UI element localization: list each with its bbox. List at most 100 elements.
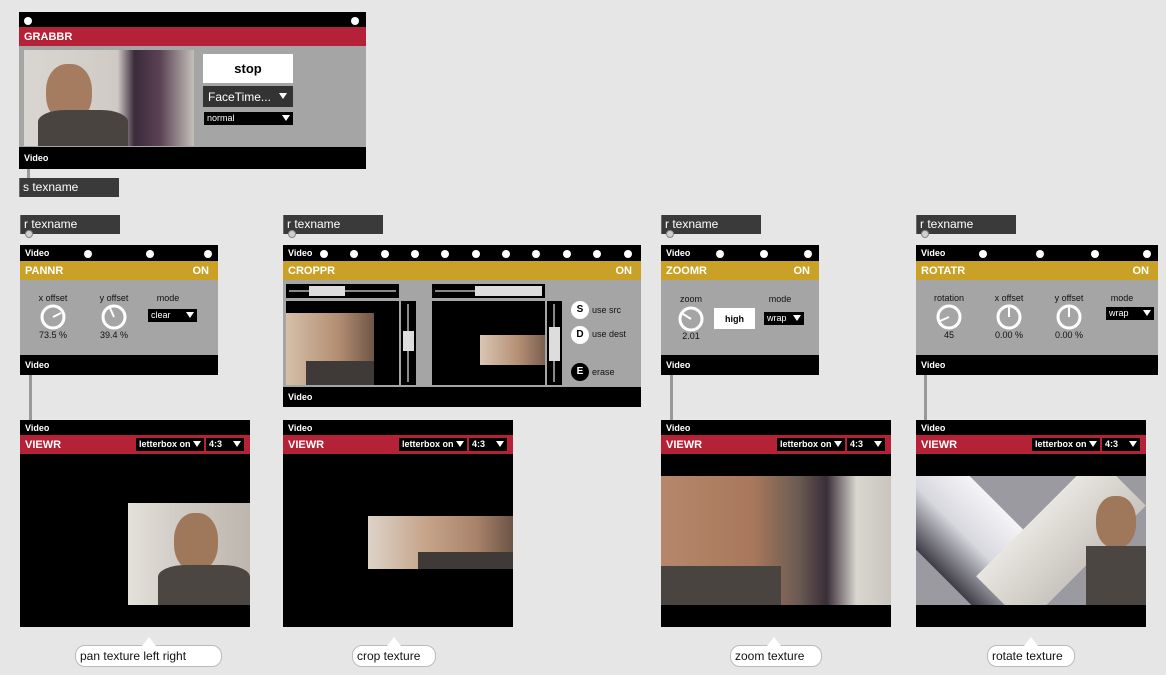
receive-texname-label: r texname — [24, 217, 78, 231]
stop-button[interactable]: stop — [203, 54, 293, 83]
src-vertical-slider[interactable] — [401, 301, 416, 385]
inlet-dot-icon[interactable] — [320, 250, 328, 258]
inlet-dot-icon[interactable] — [716, 250, 724, 258]
receive-texname-box-4[interactable]: r texname — [916, 215, 1016, 238]
outlet-dot-icon[interactable] — [351, 17, 359, 25]
inlet-dot-icon[interactable] — [411, 250, 419, 258]
y-offset-dial-icon[interactable] — [101, 304, 127, 330]
x-offset-label: x offset — [38, 293, 68, 303]
x-offset-dial-icon[interactable] — [40, 304, 66, 330]
zoomr-on-toggle[interactable]: ON — [794, 265, 811, 277]
letterbox-value: letterbox on — [780, 439, 832, 449]
device-select[interactable]: FaceTime... — [203, 86, 293, 107]
letterbox-select[interactable]: letterbox on — [136, 438, 204, 451]
dest-crop-view[interactable] — [432, 301, 545, 385]
aspect-select[interactable]: 4:3 — [847, 438, 885, 451]
croppr-titlebar: CROPPR ON — [283, 261, 641, 280]
receive-texname-box-1[interactable]: r texname — [20, 215, 120, 238]
grab-mode-select[interactable]: normal — [204, 112, 293, 125]
comment-crop: crop texture — [352, 637, 436, 667]
src-horizontal-slider[interactable] — [286, 284, 399, 298]
rot-x-offset-value: 0.00 % — [994, 330, 1024, 340]
grab-mode-value: normal — [207, 113, 235, 123]
dest-horizontal-slider[interactable] — [432, 284, 545, 298]
dropdown-arrow-icon — [456, 441, 464, 447]
pannr-inlet-label: Video — [25, 248, 50, 258]
inlet-dot-icon[interactable] — [502, 250, 510, 258]
inlet-dot-icon[interactable] — [84, 250, 92, 258]
pannr-footer: Video — [20, 355, 218, 375]
rotatr-on-toggle[interactable]: ON — [1133, 265, 1150, 277]
viewr-module-rotate: Video VIEWR letterbox on 4:3 — [916, 420, 1146, 627]
aspect-select[interactable]: 4:3 — [206, 438, 244, 451]
inlet-dot-icon[interactable] — [563, 250, 571, 258]
inlet-dot-icon[interactable] — [1036, 250, 1044, 258]
inlet-dot-icon[interactable] — [350, 250, 358, 258]
pan-mode-select[interactable]: clear — [148, 309, 197, 322]
inlet-dot-icon[interactable] — [804, 250, 812, 258]
inlet-dot-icon[interactable] — [381, 250, 389, 258]
pannr-title: PANNR — [25, 265, 64, 277]
rot-y-offset-dial-icon[interactable] — [1056, 304, 1082, 330]
zoomr-inlet-bar: Video — [661, 245, 819, 261]
rot-mode-select[interactable]: wrap — [1106, 307, 1154, 320]
zoom-mode-value: wrap — [767, 313, 787, 323]
x-offset-value: 73.5 % — [38, 330, 68, 340]
grabbr-top-bar — [19, 12, 366, 27]
receive-texname-label: r texname — [665, 217, 719, 231]
inlet-dot-icon[interactable] — [760, 250, 768, 258]
patchcord — [29, 375, 32, 420]
inlet-dot-icon[interactable] — [593, 250, 601, 258]
aspect-value: 4:3 — [209, 439, 223, 449]
src-crop-view[interactable] — [286, 301, 399, 385]
viewr-inlet-label: Video — [25, 423, 50, 433]
dropdown-arrow-icon — [193, 441, 201, 447]
letterbox-value: letterbox on — [402, 439, 454, 449]
inlet-dot-icon[interactable] — [1091, 250, 1099, 258]
inlet-dot-icon[interactable] — [24, 17, 32, 25]
aspect-select[interactable]: 4:3 — [469, 438, 507, 451]
rotation-label: rotation — [933, 293, 965, 303]
aspect-value: 4:3 — [1105, 439, 1119, 449]
comment-crop-text: crop texture — [357, 649, 421, 663]
letterbox-select[interactable]: letterbox on — [399, 438, 467, 451]
grabbr-titlebar: GRABBR — [19, 27, 366, 46]
dest-vertical-slider[interactable] — [547, 301, 562, 385]
erase-button[interactable]: E — [571, 363, 589, 381]
erase-label: erase — [592, 367, 615, 377]
inlet-dot-icon[interactable] — [1143, 250, 1151, 258]
comment-tip — [387, 637, 401, 646]
patchcord — [670, 375, 673, 420]
inlet-dot-icon[interactable] — [624, 250, 632, 258]
dropdown-arrow-icon — [793, 315, 801, 321]
use-dest-button[interactable]: D — [571, 326, 589, 344]
letterbox-select[interactable]: letterbox on — [777, 438, 845, 451]
rot-mode-label: mode — [1110, 293, 1134, 303]
viewr-title: VIEWR — [921, 439, 958, 451]
aspect-select[interactable]: 4:3 — [1102, 438, 1140, 451]
inlet-dot-icon[interactable] — [441, 250, 449, 258]
grabbr-module: GRABBR stop FaceTime... normal Video — [19, 12, 366, 169]
viewr-module-pan: Video VIEWR letterbox on 4:3 — [20, 420, 250, 627]
viewr-inlet-bar: Video — [661, 420, 891, 435]
croppr-on-toggle[interactable]: ON — [616, 265, 633, 277]
inlet-dot-icon[interactable] — [979, 250, 987, 258]
rotation-dial-icon[interactable] — [936, 304, 962, 330]
inlet-dot-icon[interactable] — [204, 250, 212, 258]
rot-x-offset-dial-icon[interactable] — [996, 304, 1022, 330]
inlet-dot-icon[interactable] — [472, 250, 480, 258]
inlet-dot-icon[interactable] — [532, 250, 540, 258]
letterbox-select[interactable]: letterbox on — [1032, 438, 1100, 451]
send-texname-box[interactable]: s texname — [19, 178, 119, 197]
pannr-on-toggle[interactable]: ON — [193, 265, 210, 277]
viewr-title: VIEWR — [666, 439, 703, 451]
zoom-mode-select[interactable]: wrap — [764, 312, 804, 325]
quality-high-button[interactable]: high — [714, 308, 755, 329]
use-src-button[interactable]: S — [571, 301, 589, 319]
receive-texname-box-2[interactable]: r texname — [283, 215, 383, 238]
receive-texname-box-3[interactable]: r texname — [661, 215, 761, 238]
outlet-dot-icon — [921, 230, 929, 238]
viewr-inlet-label: Video — [666, 423, 691, 433]
zoom-dial-icon[interactable] — [678, 306, 704, 332]
inlet-dot-icon[interactable] — [146, 250, 154, 258]
